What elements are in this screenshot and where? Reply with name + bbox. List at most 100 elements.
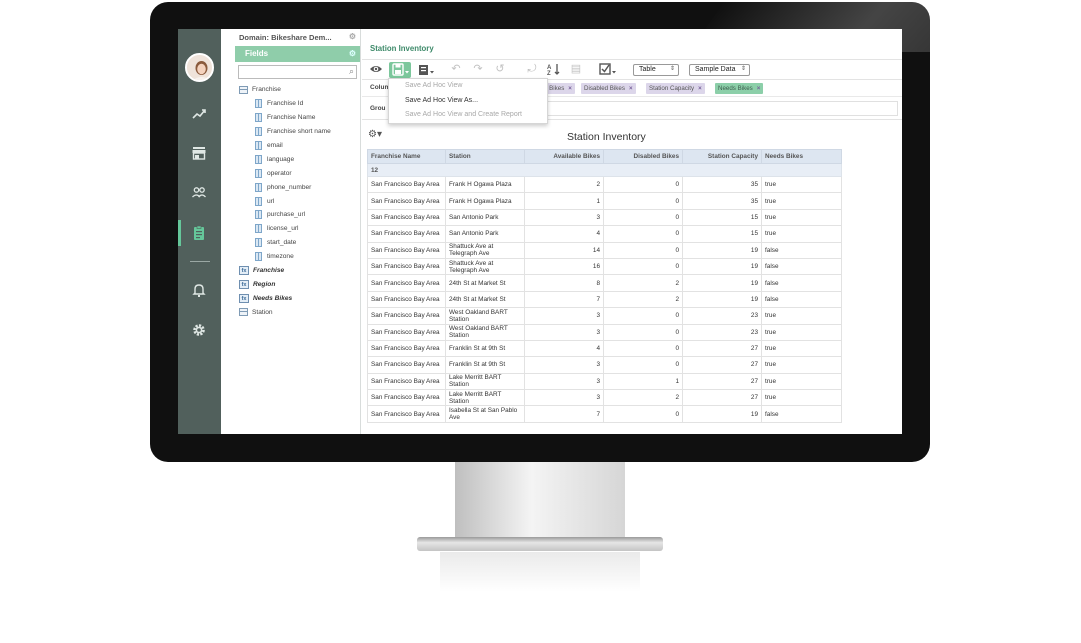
table-row[interactable]: San Francisco Bay Area Shattuck Ave at Te… <box>367 257 842 276</box>
tree-item[interactable]: language <box>235 152 360 166</box>
reset-icon[interactable]: ↺ <box>492 62 508 78</box>
column-header[interactable]: Available Bikes <box>524 149 604 164</box>
table-row[interactable]: San Francisco Bay Area West Oakland BART … <box>367 307 842 325</box>
domain-label: Domain: Bikeshare Dem... <box>239 33 332 42</box>
column-chip-disabled-bikes[interactable]: Disabled Bikes × <box>581 83 636 94</box>
field-icon <box>255 196 262 206</box>
tree-item[interactable]: Franchise Id <box>235 97 360 111</box>
column-header[interactable]: Needs Bikes <box>761 149 842 164</box>
field-icon <box>255 154 262 164</box>
tree-item[interactable]: timezone <box>235 250 360 264</box>
trend-icon[interactable] <box>189 104 209 124</box>
tree-item[interactable]: url <box>235 194 360 208</box>
menu-save-view-as[interactable]: Save Ad Hoc View As... <box>389 94 547 109</box>
domain-gear-icon[interactable]: ⚙ <box>349 32 356 41</box>
column-header[interactable]: Disabled Bikes <box>603 149 683 164</box>
table-cell: San Francisco Bay Area <box>367 323 446 341</box>
table-cell: 3 <box>524 323 604 341</box>
table-row[interactable]: San Francisco Bay Area Shattuck Ave at Te… <box>367 241 842 259</box>
tree-item-label: Franchise short name <box>267 128 331 136</box>
table-cell: 0 <box>603 225 683 243</box>
table-cell: Franklin St at 9th St <box>445 356 525 374</box>
sort-icon[interactable]: AZ <box>546 62 562 78</box>
table-cell: 2 <box>603 274 683 292</box>
table-cell: 14 <box>524 241 604 259</box>
tree-item[interactable]: phone_number <box>235 180 360 194</box>
canvas-options-gear-icon[interactable]: ⚙▾ <box>368 129 382 140</box>
table-row[interactable]: San Francisco Bay Area Lake Merritt BART … <box>367 389 842 407</box>
domain-selector[interactable]: Domain: Bikeshare Dem... ⚙ <box>235 29 360 46</box>
tree-item[interactable]: Franchise <box>235 83 360 97</box>
table-cell: true <box>761 175 842 194</box>
table-row[interactable]: San Francisco Bay Area Franklin St at 9th… <box>367 339 842 358</box>
tree-item[interactable]: operator <box>235 166 360 180</box>
menu-save-view[interactable]: Save Ad Hoc View <box>389 79 547 94</box>
column-header[interactable]: Station Capacity <box>682 149 762 164</box>
table-row[interactable]: San Francisco Bay Area Lake Merritt BART … <box>367 372 842 391</box>
column-chip-needs-bikes[interactable]: Needs Bikes × <box>715 83 764 94</box>
gear-icon[interactable] <box>189 320 209 340</box>
table-cell: San Antonio Park <box>445 225 525 243</box>
table-row[interactable]: San Francisco Bay Area 24th St at Market … <box>367 274 842 292</box>
people-icon[interactable] <box>189 182 209 202</box>
table-row[interactable]: San Francisco Bay Area San Antonio Park 4 0… <box>367 225 842 243</box>
table-cell: 1 <box>524 192 604 210</box>
save-icon[interactable] <box>389 62 411 78</box>
tree-item[interactable]: Franchise short name <box>235 125 360 139</box>
display-options-icon[interactable] <box>598 62 618 78</box>
menu-save-view-create-report[interactable]: Save Ad Hoc View and Create Report <box>389 108 547 123</box>
fields-gear-icon[interactable]: ⚙ <box>349 49 356 58</box>
tree-item[interactable]: fx Franchise <box>235 264 360 278</box>
table-cell: San Francisco Bay Area <box>367 208 446 227</box>
remove-chip-icon[interactable]: × <box>568 85 572 92</box>
export-icon[interactable] <box>415 62 437 78</box>
query-icon[interactable]: ▤ <box>568 62 584 78</box>
tree-item[interactable]: purchase_url <box>235 208 360 222</box>
clipboard-icon[interactable] <box>189 223 209 243</box>
table-row[interactable]: San Francisco Bay Area Franklin St at 9th… <box>367 356 842 374</box>
field-icon <box>255 238 262 248</box>
column-header[interactable]: Franchise Name <box>367 149 446 164</box>
table-cell: 2 <box>524 175 604 194</box>
table-row[interactable]: San Francisco Bay Area Frank H Ogawa Plaz… <box>367 192 842 210</box>
table-cell: San Francisco Bay Area <box>367 356 446 374</box>
table-cell: Isabella St at San Pablo Ave <box>445 405 525 423</box>
remove-chip-icon[interactable]: × <box>629 85 633 92</box>
tree-item-label: phone_number <box>267 183 312 191</box>
table-cell: 0 <box>603 257 683 276</box>
tree-item[interactable]: Franchise Name <box>235 111 360 125</box>
avatar[interactable] <box>185 53 214 82</box>
pivot-icon[interactable]: ⤾ <box>524 62 540 78</box>
data-mode-select[interactable]: Sample Data ⇕ <box>689 64 750 76</box>
eye-icon[interactable] <box>368 62 384 78</box>
undo-icon[interactable]: ↶ <box>448 62 464 78</box>
field-icon <box>255 182 262 192</box>
remove-chip-icon[interactable]: × <box>757 85 761 92</box>
table-cell: 3 <box>524 372 604 391</box>
table-row[interactable]: San Francisco Bay Area San Antonio Park 3 0… <box>367 208 842 227</box>
table-row[interactable]: San Francisco Bay Area Isabella St at San… <box>367 405 842 423</box>
fields-search-input[interactable]: ⌕ <box>238 65 357 79</box>
view-type-select[interactable]: Table ⇕ <box>633 64 679 76</box>
table-cell: true <box>761 389 842 407</box>
store-icon[interactable] <box>189 143 209 163</box>
tree-item[interactable]: fx Needs Bikes <box>235 291 360 305</box>
tree-item[interactable]: start_date <box>235 236 360 250</box>
column-header[interactable]: Station <box>445 149 525 164</box>
table-cell: San Francisco Bay Area <box>367 372 446 391</box>
column-chip-station-capacity[interactable]: Station Capacity × <box>646 83 705 94</box>
tree-item[interactable]: Station <box>235 305 360 319</box>
table-cell: 0 <box>603 356 683 374</box>
redo-icon[interactable]: ↷ <box>470 62 486 78</box>
remove-chip-icon[interactable]: × <box>698 85 702 92</box>
table-cell: Frank H Ogawa Plaza <box>445 192 525 210</box>
table-row[interactable]: San Francisco Bay Area 24th St at Market … <box>367 290 842 309</box>
bell-icon[interactable] <box>189 280 209 300</box>
tree-item[interactable]: fx Region <box>235 277 360 291</box>
tree-item[interactable]: license_url <box>235 222 360 236</box>
table-row[interactable]: San Francisco Bay Area West Oakland BART … <box>367 323 842 341</box>
table-cell: 3 <box>524 307 604 325</box>
table-row[interactable]: San Francisco Bay Area Frank H Ogawa Plaz… <box>367 175 842 194</box>
tree-item[interactable]: email <box>235 139 360 153</box>
search-icon[interactable]: ⌕ <box>349 66 354 77</box>
